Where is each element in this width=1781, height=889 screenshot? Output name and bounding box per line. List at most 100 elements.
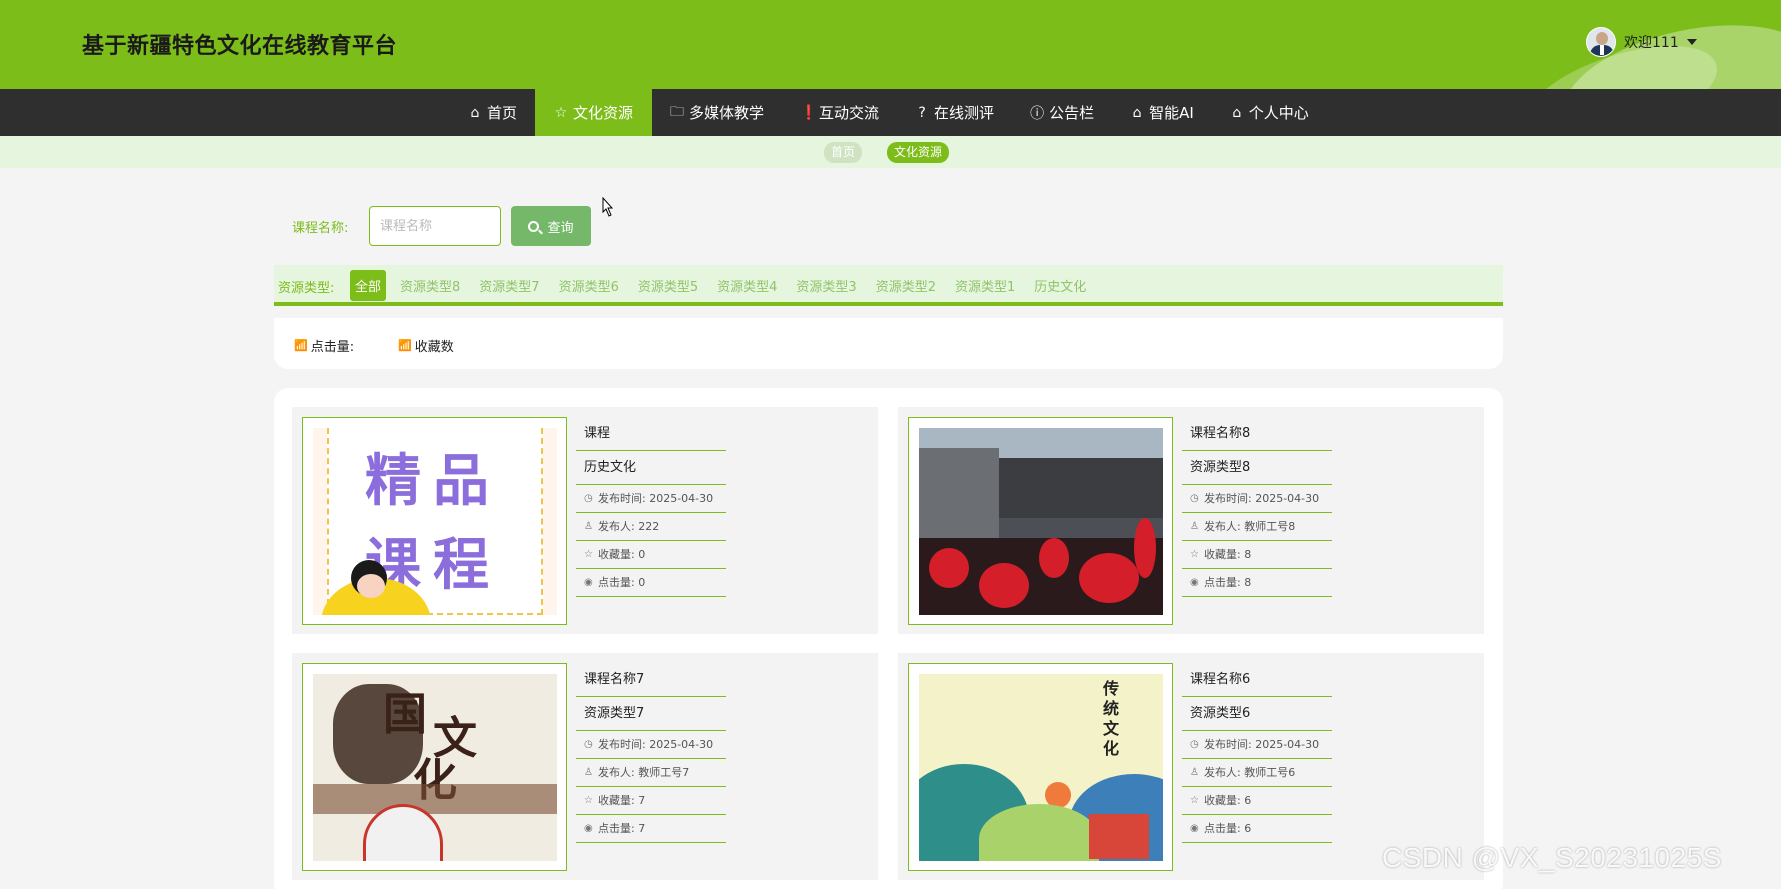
- sort-by-clicks[interactable]: 📶 点击量:: [294, 336, 354, 355]
- alert-icon: ❗: [800, 104, 818, 121]
- favorites-count: ☆ 收藏量: 7: [576, 787, 726, 815]
- nav-item-profile[interactable]: ⌂ 个人中心: [1212, 89, 1327, 136]
- nav-item-multimedia[interactable]: 🗀 多媒体教学: [652, 89, 782, 136]
- search-button[interactable]: 查询: [511, 206, 591, 246]
- course-type: 资源类型6: [1182, 697, 1332, 731]
- course-card[interactable]: 国 文 化 课程名称7 资源类型7 ◷ 发布时间: 2025-04-30 ♙ 发布人…: [292, 653, 878, 880]
- type-option[interactable]: 资源类型8: [400, 276, 460, 295]
- favorites-count: ☆ 收藏量: 0: [576, 541, 726, 569]
- nav-item-culture-resources[interactable]: ☆ 文化资源: [535, 89, 653, 136]
- home-icon: ⌂: [1232, 104, 1242, 121]
- search-icon: [528, 220, 540, 232]
- nav-item-label: 多媒体教学: [689, 104, 765, 122]
- course-thumbnail-frame: 精品 课程: [302, 417, 567, 625]
- clock-icon: ◷: [1190, 493, 1199, 504]
- publisher: ♙ 发布人: 教师工号7: [576, 759, 726, 787]
- nav-item-label: 互动交流: [819, 104, 880, 122]
- course-thumbnail: 精品 课程: [313, 428, 557, 615]
- breadcrumb-home[interactable]: 首页: [824, 142, 863, 163]
- course-title: 课程名称7: [576, 663, 726, 697]
- watermark: CSDN @VX_S20231025S: [1382, 842, 1722, 873]
- type-option[interactable]: 资源类型3: [796, 276, 856, 295]
- search-button-label: 查询: [547, 219, 574, 235]
- star-icon: ☆: [1190, 549, 1199, 560]
- clock-icon: ◷: [584, 493, 593, 504]
- resource-type-filter: 资源类型: 全部 资源类型8 资源类型7 资源类型6 资源类型5 资源类型4 资…: [274, 265, 1503, 306]
- course-thumbnail-frame: 传统文化: [908, 663, 1173, 871]
- type-option[interactable]: 资源类型1: [955, 276, 1015, 295]
- publish-time: ◷ 发布时间: 2025-04-30: [576, 485, 726, 513]
- site-title: 基于新疆特色文化在线教育平台: [82, 34, 398, 59]
- clock-icon: ◷: [1190, 739, 1199, 750]
- eye-icon: ◉: [1190, 577, 1199, 588]
- course-thumbnail: 传统文化: [919, 674, 1163, 861]
- type-option[interactable]: 资源类型2: [876, 276, 936, 295]
- nav-item-interaction[interactable]: ❗ 互动交流: [782, 89, 897, 136]
- eye-icon: ◉: [584, 577, 593, 588]
- user-icon: ♙: [584, 767, 593, 778]
- main-nav: ⌂ 首页 ☆ 文化资源 🗀 多媒体教学 ❗ 互动交流 ? 在线测评 ⓘ 公告栏 …: [0, 89, 1781, 217]
- clicks-count: ◉ 点击量: 0: [576, 569, 726, 597]
- type-option-all[interactable]: 全部: [350, 269, 387, 301]
- sort-bar: 📶 点击量: 📶 收藏数: [274, 318, 1503, 369]
- course-list: 精品 课程 课程 历史文化 ◷ 发布时间: 2025-04-30 ♙ 发布人: 22…: [274, 388, 1503, 889]
- nav-item-label: 公告栏: [1049, 104, 1095, 122]
- type-option[interactable]: 资源类型4: [717, 276, 777, 295]
- course-card[interactable]: 课程名称8 资源类型8 ◷ 发布时间: 2025-04-30 ♙ 发布人: 教师工号…: [898, 407, 1484, 634]
- search-label: 课程名称:: [292, 221, 349, 236]
- publish-time: ◷ 发布时间: 2025-04-30: [1182, 731, 1332, 759]
- course-thumbnail-frame: 国 文 化: [302, 663, 567, 871]
- course-title: 课程名称8: [1182, 417, 1332, 451]
- nav-item-label: 首页: [487, 104, 518, 122]
- course-name-input[interactable]: [369, 206, 501, 246]
- thumbnail-text: 国: [383, 689, 427, 740]
- thumbnail-text: 传统文化: [1100, 680, 1119, 760]
- user-name: 欢迎111: [1624, 35, 1679, 51]
- avatar: [1586, 27, 1616, 57]
- favorites-count: ☆ 收藏量: 6: [1182, 787, 1332, 815]
- breadcrumb-current[interactable]: 文化资源: [887, 142, 950, 163]
- breadcrumb: 首页 文化资源: [0, 136, 1781, 168]
- sort-by-favorites[interactable]: 📶 收藏数: [398, 336, 454, 355]
- chart-icon: 📶: [398, 339, 412, 352]
- sort-label: 点击量:: [310, 340, 355, 355]
- nav-item-label: 智能AI: [1149, 104, 1194, 122]
- type-option[interactable]: 历史文化: [1034, 276, 1086, 295]
- course-type: 资源类型7: [576, 697, 726, 731]
- home-icon: ⌂: [1132, 104, 1142, 121]
- thumbnail-text: 精品: [365, 449, 501, 514]
- course-thumbnail-frame: [908, 417, 1173, 625]
- nav-item-notice[interactable]: ⓘ 公告栏: [1012, 89, 1112, 136]
- info-icon: ⓘ: [1030, 105, 1045, 122]
- type-option[interactable]: 资源类型7: [479, 276, 539, 295]
- favorites-count: ☆ 收藏量: 8: [1182, 541, 1332, 569]
- mouse-pointer-icon: [602, 197, 614, 217]
- bag-icon: 🗀: [670, 103, 685, 120]
- user-menu[interactable]: 欢迎111: [1586, 26, 1697, 58]
- star-icon: ☆: [554, 104, 568, 121]
- course-card[interactable]: 精品 课程 课程 历史文化 ◷ 发布时间: 2025-04-30 ♙ 发布人: 22…: [292, 407, 878, 634]
- nav-item-label: 文化资源: [573, 104, 634, 122]
- eye-icon: ◉: [584, 823, 593, 834]
- clicks-count: ◉ 点击量: 6: [1182, 815, 1332, 843]
- user-icon: ♙: [584, 521, 593, 532]
- publish-time: ◷ 发布时间: 2025-04-30: [1182, 485, 1332, 513]
- type-option[interactable]: 资源类型6: [559, 276, 619, 295]
- home-icon: ⌂: [470, 104, 480, 121]
- user-icon: ♙: [1190, 521, 1199, 532]
- clock-icon: ◷: [584, 739, 593, 750]
- course-type: 资源类型8: [1182, 451, 1332, 485]
- user-icon: ♙: [1190, 767, 1199, 778]
- publisher: ♙ 发布人: 教师工号6: [1182, 759, 1332, 787]
- nav-item-label: 个人中心: [1248, 104, 1309, 122]
- publisher: ♙ 发布人: 教师工号8: [1182, 513, 1332, 541]
- star-icon: ☆: [584, 549, 593, 560]
- nav-item-ai[interactable]: ⌂ 智能AI: [1112, 89, 1212, 136]
- course-thumbnail: 国 文 化: [313, 674, 557, 861]
- clicks-count: ◉ 点击量: 8: [1182, 569, 1332, 597]
- type-option[interactable]: 资源类型5: [638, 276, 698, 295]
- nav-item-assessment[interactable]: ? 在线测评: [897, 89, 1012, 136]
- nav-item-home[interactable]: ⌂ 首页: [450, 89, 535, 136]
- course-title: 课程名称6: [1182, 663, 1332, 697]
- publish-time: ◷ 发布时间: 2025-04-30: [576, 731, 726, 759]
